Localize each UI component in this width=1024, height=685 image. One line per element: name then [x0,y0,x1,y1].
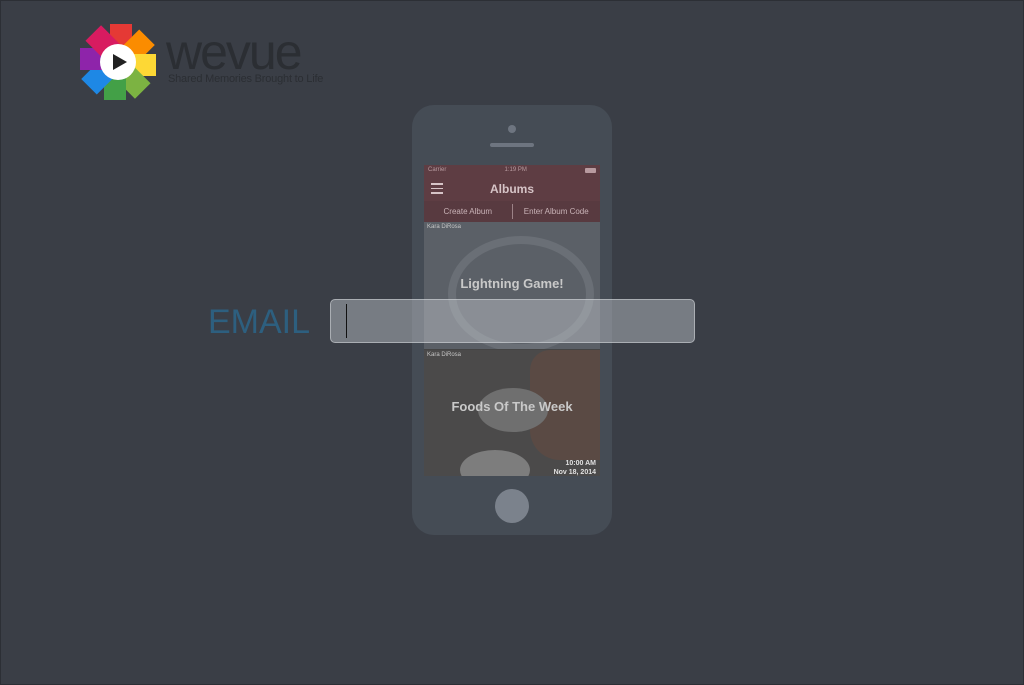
home-button [495,489,529,523]
album-owner: Kara DiRosa [427,224,462,230]
nav-title: Albums [489,182,534,196]
email-input[interactable] [330,299,695,343]
enter-album-code-button[interactable]: Enter Album Code [513,207,601,216]
phone-speaker [490,143,534,147]
create-album-button[interactable]: Create Album [424,207,512,216]
food-photo-plate [460,450,530,476]
album-action-bar: Create Album Enter Album Code [424,201,600,222]
wordmark-vue: vue [225,24,303,80]
status-bar: Carrier 1:19 PM [424,165,600,175]
battery-icon [584,167,596,173]
album-title: Lightning Game! [460,276,564,291]
album-title: Foods Of The Week [451,399,573,414]
nav-bar: Albums [424,175,600,201]
wevue-logo: wevue Shared Memories Brought to Life [78,22,338,102]
logo-flower-icon [80,24,156,100]
tagline: Shared Memories Brought to Life [168,73,324,85]
email-label: EMAIL [208,303,311,341]
status-time: 1:19 PM [504,167,527,173]
album-owner: Kara DiRosa [427,352,462,358]
wordmark-we: we [166,24,228,80]
carrier-label: Carrier [428,167,447,173]
album-time: 10:00 AM [565,460,596,467]
camera-dot [508,125,516,133]
album-card[interactable]: Kara DiRosa Foods Of The Week 10:00 AM N… [424,350,600,476]
album-date: Nov 18, 2014 [553,469,596,476]
action-divider [511,204,513,219]
text-cursor [346,304,347,338]
wordmark: wevue [166,24,303,80]
